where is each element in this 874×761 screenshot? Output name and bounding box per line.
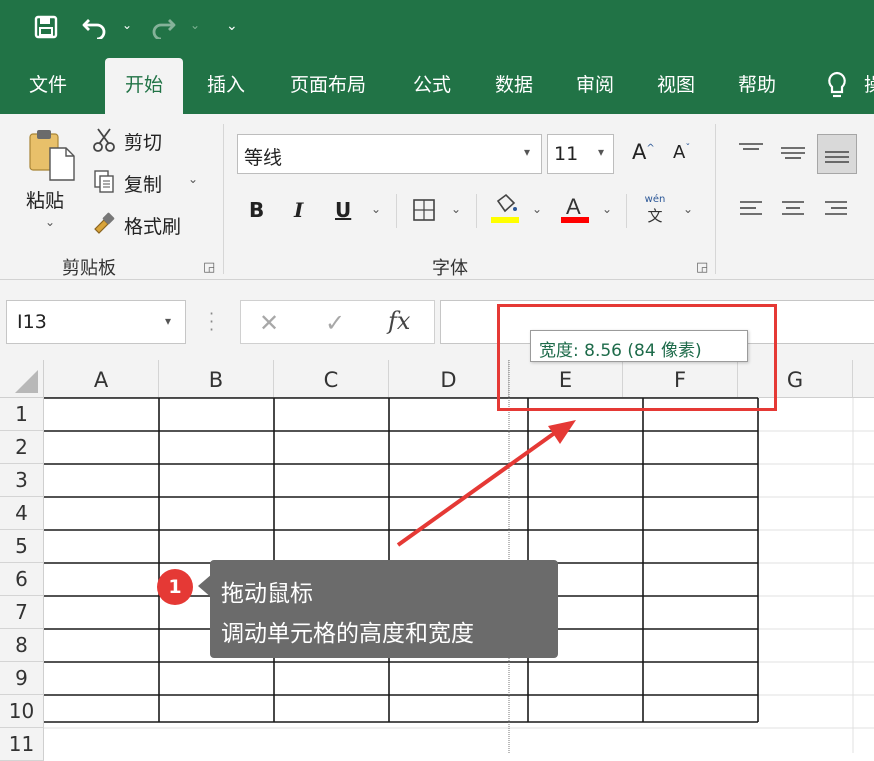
step-number: 1 [168,576,182,598]
step-number-badge: 1 [157,569,193,605]
instruction-callout: 拖动鼠标 调动单元格的高度和宽度 [210,560,558,658]
callout-pointer [198,574,212,598]
callout-line-2: 调动单元格的高度和宽度 [221,621,474,647]
callout-line-1: 拖动鼠标 [221,581,313,607]
